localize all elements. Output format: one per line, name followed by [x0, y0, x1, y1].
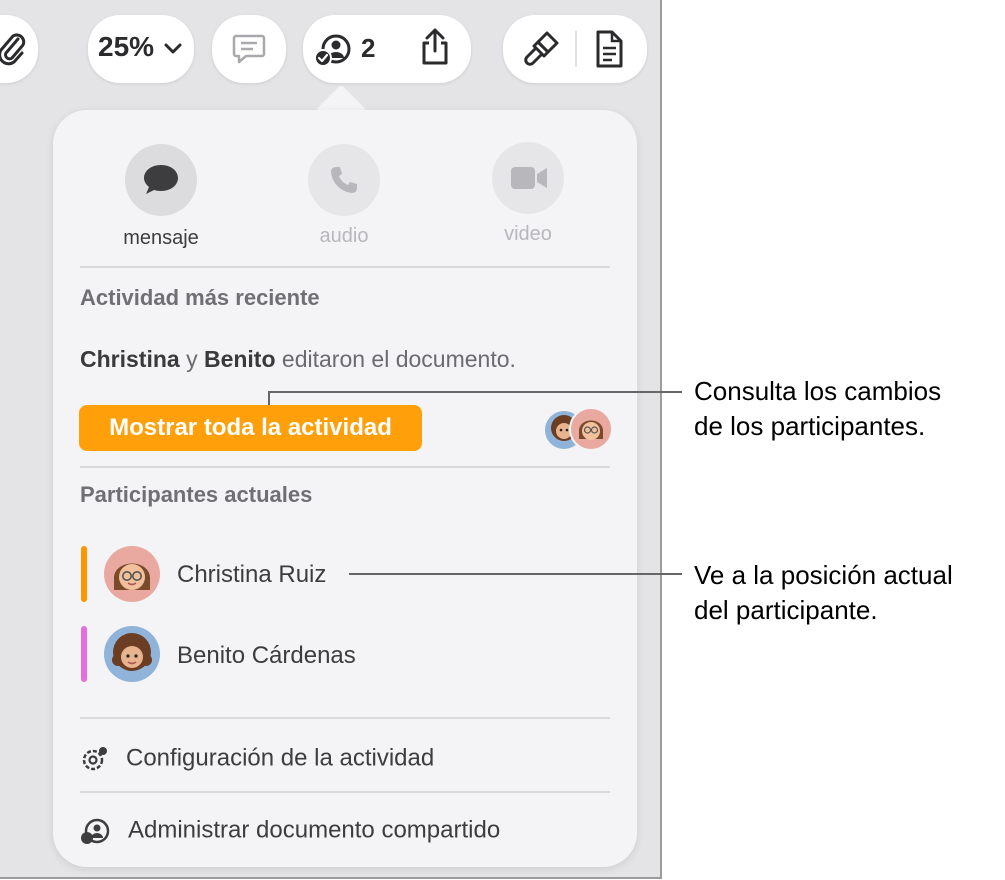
- toolbar-divider: [575, 31, 577, 67]
- participant-color-bar: [81, 626, 87, 682]
- callout-activity: Consulta los cambios: [694, 374, 941, 409]
- comment-button[interactable]: [212, 15, 286, 83]
- video-button[interactable]: [492, 142, 564, 214]
- phone-icon: [331, 167, 357, 193]
- video-label: video: [504, 223, 552, 245]
- divider: [80, 791, 610, 793]
- collaborator-count: 2: [361, 33, 376, 63]
- callout-position-line-1: Ve a la posición actual: [694, 560, 953, 590]
- app-window: 25% 2 mensaje audio video Actividad más …: [0, 0, 662, 879]
- message-button[interactable]: [125, 144, 197, 216]
- participant-name: Christina Ruiz: [177, 561, 327, 588]
- activity-user-1: Christina: [80, 346, 180, 372]
- manage-shared-document-row[interactable]: Administrar documento compartido: [80, 816, 500, 846]
- divider: [80, 717, 610, 719]
- attachment-button[interactable]: [0, 15, 38, 83]
- share-icon[interactable]: [417, 27, 453, 67]
- collaboration-pill: [303, 15, 471, 83]
- recent-activity-title: Actividad más reciente: [80, 285, 320, 310]
- callout-activity-line-1: Consulta los cambios: [694, 376, 942, 406]
- video-camera-icon: [511, 167, 547, 189]
- message-icon: [144, 165, 178, 194]
- chevron-down-icon: [164, 43, 182, 54]
- activity-connector: y: [186, 346, 198, 372]
- gear-person-icon: [82, 747, 107, 771]
- document-icon[interactable]: [593, 29, 625, 69]
- callout-leader-2: [349, 573, 682, 575]
- divider: [80, 466, 610, 468]
- participant-color-bar: [81, 546, 87, 602]
- zoom-value: 25%: [98, 31, 155, 62]
- collaborators-button[interactable]: [313, 29, 353, 69]
- callout-leader-vertical: [268, 392, 270, 405]
- activity-settings-label: Configuración de la actividad: [126, 744, 435, 772]
- avatar-benito: [104, 626, 160, 682]
- activity-summary: Christina y Benito editaron el documento…: [80, 346, 516, 373]
- audio-button[interactable]: [308, 144, 380, 216]
- participant-name: Benito Cárdenas: [177, 642, 356, 669]
- audio-label: audio: [319, 225, 369, 247]
- avatar-christina-small: [569, 407, 613, 451]
- manage-shared-label: Administrar documento compartido: [128, 816, 501, 844]
- callout-position-line-2: del participante.: [694, 595, 878, 625]
- callout-leader-1: [268, 391, 682, 393]
- activity-action: editaron el documento.: [281, 346, 516, 372]
- show-all-activity-button[interactable]: Mostrar toda la actividad: [79, 405, 422, 451]
- divider: [80, 266, 610, 268]
- message-label: mensaje: [123, 227, 199, 249]
- format-pill: [503, 15, 647, 83]
- paperclip-icon: [0, 33, 26, 66]
- participants-title: Participantes actuales: [80, 482, 313, 507]
- activity-user-2: Benito: [203, 346, 276, 372]
- avatar-christina: [104, 546, 160, 602]
- paintbrush-icon[interactable]: [521, 29, 561, 69]
- shared-person-icon: [81, 818, 110, 844]
- comment-icon: [232, 34, 266, 64]
- activity-settings-row[interactable]: Configuración de la actividad: [80, 744, 434, 774]
- callout-activity-second-line: de los participantes.: [694, 411, 926, 441]
